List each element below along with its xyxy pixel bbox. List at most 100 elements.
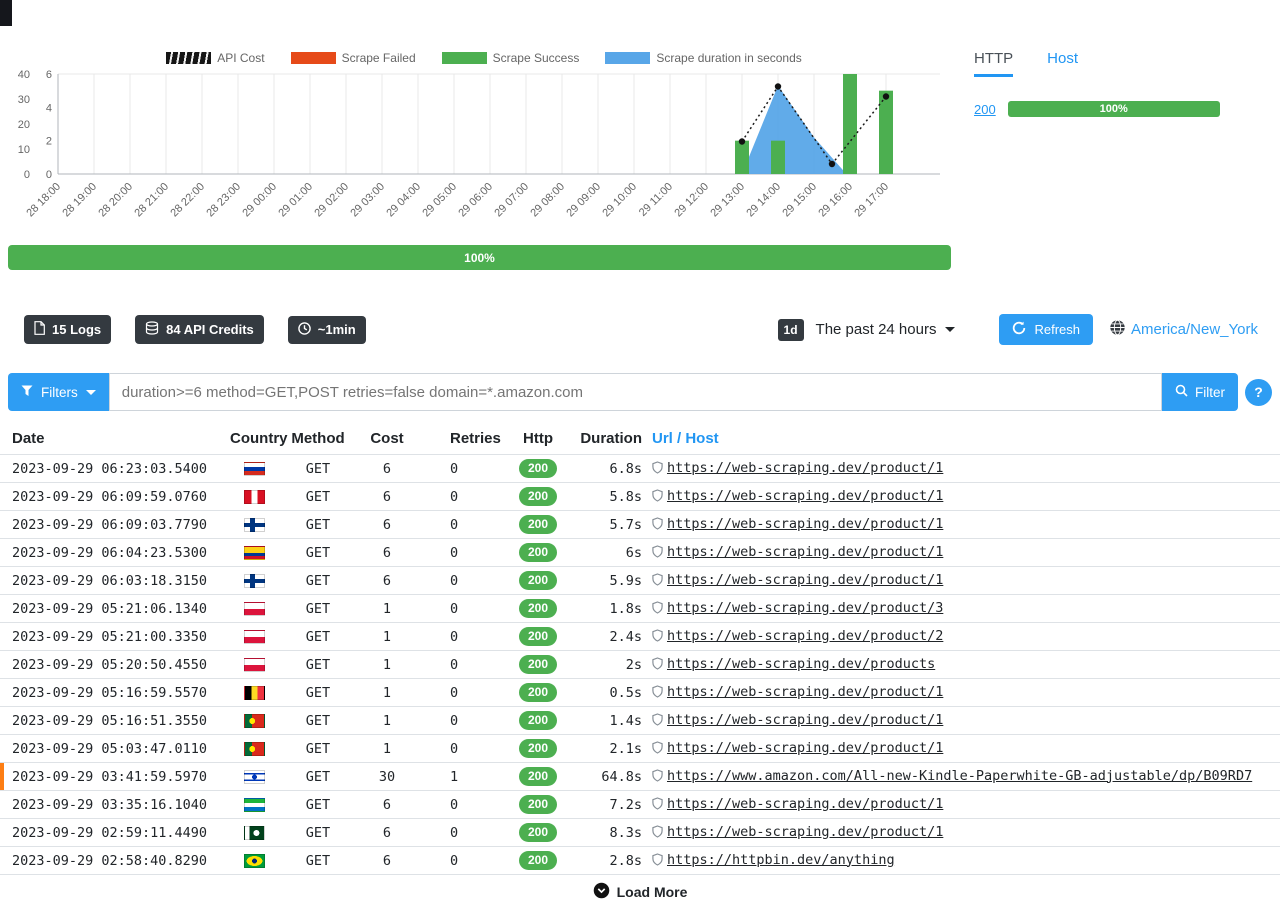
svg-text:6: 6 — [46, 70, 52, 81]
log-url-link[interactable]: https://web-scraping.dev/product/1 — [667, 488, 943, 504]
log-url-link[interactable]: https://web-scraping.dev/product/1 — [667, 572, 943, 588]
log-url-link[interactable]: https://web-scraping.dev/product/1 — [667, 740, 943, 756]
log-url-link[interactable]: https://web-scraping.dev/product/1 — [667, 712, 943, 728]
chevron-down-icon — [945, 327, 955, 332]
log-url-link[interactable]: https://web-scraping.dev/product/1 — [667, 684, 943, 700]
table-row[interactable]: 2023-09-29 05:16:59.5570 GET 1 0 200 0.5… — [0, 679, 1280, 707]
chart-block: API Cost Scrape Failed Scrape Success Scrap… — [8, 50, 960, 270]
status-code-link[interactable]: 200 — [974, 102, 996, 117]
legend-item[interactable]: API Cost — [166, 51, 264, 65]
refresh-button[interactable]: Refresh — [999, 314, 1093, 345]
log-url-link[interactable]: https://web-scraping.dev/product/3 — [667, 600, 943, 616]
shield-icon — [652, 489, 663, 506]
cell-cost: 1 — [358, 651, 416, 679]
cell-retries: 0 — [416, 595, 502, 623]
table-row[interactable]: 2023-09-29 02:59:11.4490 GET 6 0 200 8.3… — [0, 819, 1280, 847]
filters-dropdown-button[interactable]: Filters — [8, 373, 109, 411]
col-header-method: Method — [278, 424, 358, 455]
http-status-badge: 200 — [519, 767, 557, 786]
log-url-link[interactable]: https://web-scraping.dev/products — [667, 656, 935, 672]
country-flag — [244, 770, 265, 784]
cell-cost: 6 — [358, 791, 416, 819]
status-panel: HTTP Host 200 100% — [960, 50, 1272, 270]
table-row[interactable]: 2023-09-29 02:58:40.8290 GET 6 0 200 2.8… — [0, 847, 1280, 875]
table-row[interactable]: 2023-09-29 05:20:50.4550 GET 1 0 200 2s … — [0, 651, 1280, 679]
filters-button-label: Filters — [41, 385, 78, 400]
http-status-badge: 200 — [519, 683, 557, 702]
cell-date: 2023-09-29 05:03:47.0110 — [0, 735, 230, 763]
refresh-icon — [1012, 321, 1026, 338]
log-url-link[interactable]: https://web-scraping.dev/product/1 — [667, 516, 943, 532]
log-url-link[interactable]: https://web-scraping.dev/product/1 — [667, 796, 943, 812]
filter-query-input[interactable] — [109, 373, 1162, 411]
table-row[interactable]: 2023-09-29 06:04:23.5300 GET 6 0 200 6s … — [0, 539, 1280, 567]
log-url-link[interactable]: https://web-scraping.dev/product/1 — [667, 824, 943, 840]
log-url-link[interactable]: https://web-scraping.dev/product/1 — [667, 460, 943, 476]
log-url-link[interactable]: https://web-scraping.dev/product/2 — [667, 628, 943, 644]
table-row[interactable]: 2023-09-29 05:21:06.1340 GET 1 0 200 1.8… — [0, 595, 1280, 623]
cell-retries: 0 — [416, 483, 502, 511]
cell-cost: 6 — [358, 819, 416, 847]
legend-item[interactable]: Scrape Failed — [291, 51, 416, 65]
shield-icon — [652, 741, 663, 758]
log-url-link[interactable]: https://httpbin.dev/anything — [667, 852, 895, 868]
help-button[interactable]: ? — [1245, 379, 1272, 406]
cell-date: 2023-09-29 05:20:50.4550 — [0, 651, 230, 679]
legend-item[interactable]: Scrape duration in seconds — [605, 51, 801, 65]
http-status-badge: 200 — [519, 739, 557, 758]
tab-host[interactable]: Host — [1047, 50, 1078, 77]
cell-duration: 5.8s — [574, 483, 650, 511]
logs-count-badge: 15 Logs — [24, 315, 111, 344]
timezone-link[interactable]: America/New_York — [1109, 319, 1258, 340]
log-url-link[interactable]: https://www.amazon.com/All-new-Kindle-Pa… — [667, 768, 1252, 784]
log-table: Date Country Method Cost Retries Http Du… — [0, 424, 1280, 875]
country-flag — [244, 490, 265, 504]
table-row[interactable]: 2023-09-29 03:35:16.1040 GET 6 0 200 7.2… — [0, 791, 1280, 819]
http-status-badge: 200 — [519, 543, 557, 562]
cell-date: 2023-09-29 06:09:59.0760 — [0, 483, 230, 511]
http-status-badge: 200 — [519, 655, 557, 674]
cell-retries: 0 — [416, 623, 502, 651]
table-row[interactable]: 2023-09-29 06:09:03.7790 GET 6 0 200 5.7… — [0, 511, 1280, 539]
status-progress-bar: 100% — [1008, 101, 1220, 117]
country-flag — [244, 462, 265, 476]
scrape-chart-canvas[interactable]: 28 18:0028 19:0028 20:0028 21:0028 22:00… — [8, 70, 953, 230]
col-header-retries: Retries — [416, 424, 502, 455]
country-flag — [244, 798, 265, 812]
svg-text:29 00:00: 29 00:00 — [240, 181, 279, 220]
api-credits-badge: 84 API Credits — [135, 315, 264, 344]
cell-cost: 1 — [358, 595, 416, 623]
log-url-link[interactable]: https://web-scraping.dev/product/1 — [667, 544, 943, 560]
col-header-duration: Duration — [574, 424, 650, 455]
shield-icon — [652, 601, 663, 618]
cell-duration: 1.8s — [574, 595, 650, 623]
svg-text:29 04:00: 29 04:00 — [384, 181, 423, 220]
search-icon — [1175, 384, 1188, 400]
table-row[interactable]: 2023-09-29 05:03:47.0110 GET 1 0 200 2.1… — [0, 735, 1280, 763]
cell-method: GET — [278, 623, 358, 651]
chevron-down-circle-icon — [593, 882, 610, 902]
svg-text:29 12:00: 29 12:00 — [672, 181, 711, 220]
cell-cost: 1 — [358, 623, 416, 651]
svg-text:28 18:00: 28 18:00 — [24, 181, 63, 220]
http-status-badge: 200 — [519, 851, 557, 870]
table-row[interactable]: 2023-09-29 06:09:59.0760 GET 6 0 200 5.8… — [0, 483, 1280, 511]
load-more-button[interactable]: Load More — [0, 882, 1280, 902]
table-row[interactable]: 2023-09-29 05:21:00.3350 GET 1 0 200 2.4… — [0, 623, 1280, 651]
cell-retries: 0 — [416, 455, 502, 483]
cell-duration: 2s — [574, 651, 650, 679]
cell-retries: 0 — [416, 847, 502, 875]
table-row[interactable]: 2023-09-29 05:16:51.3550 GET 1 0 200 1.4… — [0, 707, 1280, 735]
table-row[interactable]: 2023-09-29 03:41:59.5970 GET 30 1 200 64… — [0, 763, 1280, 791]
col-header-cost: Cost — [358, 424, 416, 455]
svg-text:29 08:00: 29 08:00 — [528, 181, 567, 220]
table-row[interactable]: 2023-09-29 06:03:18.3150 GET 6 0 200 5.9… — [0, 567, 1280, 595]
date-range-dropdown[interactable]: The past 24 hours — [816, 321, 956, 338]
legend-item[interactable]: Scrape Success — [442, 51, 580, 65]
table-row[interactable]: 2023-09-29 06:23:03.5400 GET 6 0 200 6.8… — [0, 455, 1280, 483]
cell-duration: 2.8s — [574, 847, 650, 875]
apply-filter-button[interactable]: Filter — [1162, 373, 1238, 411]
cell-duration: 8.3s — [574, 819, 650, 847]
tab-http[interactable]: HTTP — [974, 50, 1013, 77]
shield-icon — [652, 461, 663, 478]
